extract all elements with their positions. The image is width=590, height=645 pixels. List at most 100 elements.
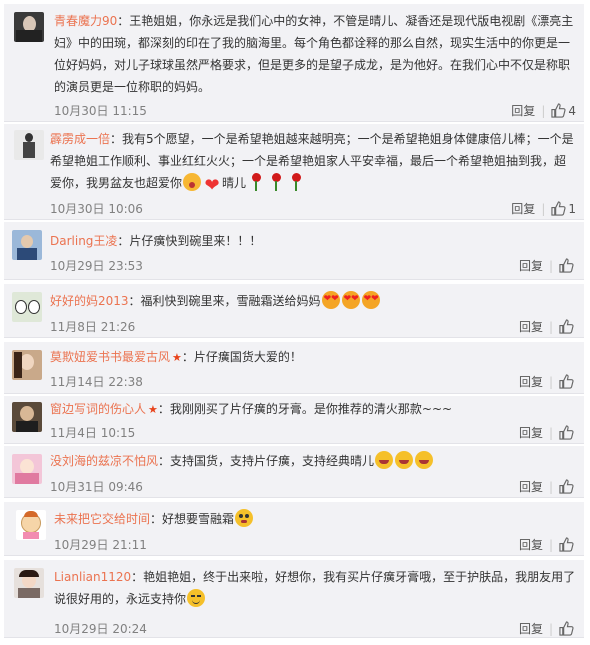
star-badge-icon: ★ (172, 351, 182, 364)
thumbs-up-icon (551, 201, 566, 216)
comment-text: ：我有5个愿望，一个是希望艳姐越来越明亮；一个是希望艳姐身体健康倍儿棒；一个是希… (50, 132, 574, 190)
rose-emoji (287, 173, 305, 191)
comment-time: 11月14日 22:38 (50, 375, 143, 389)
reply-button[interactable]: 回复 (519, 478, 543, 495)
avatar[interactable] (14, 568, 44, 598)
comment-time: 10月29日 21:11 (54, 538, 147, 552)
comment-time: 10月31日 09:46 (50, 480, 143, 494)
comment-item: 窗边写词的伤心人 ★：我刚刚买了片仔癀的牙膏。是你推荐的清火那款~~~ 11月4日… (4, 396, 584, 444)
commenter-name[interactable]: 没刘海的兹凉不怕风 (50, 454, 158, 468)
comment-item: Lianlian1120：艳姐艳姐，终于出来啦，好想你，我有买片仔癀牙膏哦，至于… (4, 560, 584, 638)
like-button[interactable] (559, 425, 576, 440)
comment-actions: 回复 | (519, 536, 576, 553)
like-button[interactable] (559, 374, 576, 389)
reply-button[interactable]: 回复 (511, 200, 535, 217)
comment-meta: 11月8日 21:26 回复 | (50, 318, 576, 336)
heart-eyes-emoji: ❤❤ (321, 291, 340, 309)
commenter-name[interactable]: Lianlian1120 (54, 570, 131, 584)
drooling-face-emoji (235, 509, 254, 527)
action-separator: | (548, 258, 553, 273)
avatar[interactable] (14, 12, 44, 42)
heart-eyes-emoji: ❤❤ (341, 291, 360, 309)
like-count: 1 (568, 201, 576, 216)
like-button[interactable] (559, 621, 576, 636)
avatar[interactable] (12, 402, 42, 432)
laughing-face-emoji (395, 451, 414, 469)
action-separator: | (541, 103, 546, 118)
comment-text-block: 青春魔力90：王艳姐姐，你永远是我们心中的女神，不管是晴儿、凝香还是现代版电视剧… (54, 10, 576, 98)
comment-text: ：好想要雪融霜 (150, 512, 235, 526)
comment-item: 霹雳成一倍：我有5个愿望，一个是希望艳姐越来越明亮；一个是希望艳姐身体健康倍儿棒… (4, 124, 584, 220)
reply-button[interactable]: 回复 (519, 318, 543, 335)
comment-time: 10月29日 20:24 (54, 622, 147, 636)
commenter-name[interactable]: 好好的妈2013 (50, 294, 129, 308)
commenter-name[interactable]: 霹雳成一倍 (50, 132, 110, 146)
reply-button[interactable]: 回复 (519, 536, 543, 553)
like-button[interactable] (559, 479, 576, 494)
reply-button[interactable]: 回复 (519, 424, 543, 441)
like-button[interactable] (559, 319, 576, 334)
comment-actions: 回复 | 4 (511, 102, 576, 119)
comment-item: 未来把它交给时间：好想要雪融霜 10月29日 21:11 回复 | (4, 502, 584, 556)
avatar[interactable] (14, 130, 44, 160)
comment-meta: 10月29日 23:53 回复 | (50, 257, 576, 275)
comment-meta: 10月29日 20:24 回复 | (54, 620, 576, 638)
comment-text-block: 莫欺妞爱书书最爱古风 ★：片仔癀国货大爱的！ (50, 346, 576, 369)
like-button[interactable] (559, 258, 576, 273)
star-badge-icon: ★ (148, 403, 158, 416)
rose-emoji (247, 173, 265, 191)
comment-meta: 11月4日 10:15 回复 | (50, 424, 576, 442)
comment-text-tail: 晴儿 (222, 176, 247, 190)
comment-text-block: Lianlian1120：艳姐艳姐，终于出来啦，好想你，我有买片仔癀牙膏哦，至于… (54, 566, 576, 610)
comment-list: 青春魔力90：王艳姐姐，你永远是我们心中的女神，不管是晴儿、凝香还是现代版电视剧… (0, 0, 590, 645)
comment-text: ：片仔癀国货大爱的！ (181, 350, 302, 364)
like-button[interactable] (559, 537, 576, 552)
comment-meta: 10月31日 09:46 回复 | (50, 478, 576, 496)
commenter-name[interactable]: Darling王凌 (50, 234, 117, 248)
avatar[interactable] (12, 454, 42, 484)
comment-actions: 回复 | (519, 257, 576, 274)
comment-actions: 回复 | (519, 424, 576, 441)
comment-meta: 11月14日 22:38 回复 | (50, 373, 576, 391)
comment-time: 10月30日 11:15 (54, 104, 147, 118)
avatar[interactable] (12, 350, 42, 380)
commenter-name[interactable]: 未来把它交给时间 (54, 512, 150, 526)
commenter-name[interactable]: 窗边写词的伤心人 (50, 402, 146, 416)
laughing-face-emoji (375, 451, 394, 469)
commenter-name[interactable]: 青春魔力90 (54, 14, 117, 28)
thumbs-up-icon (559, 258, 574, 273)
comment-actions: 回复 | (519, 478, 576, 495)
like-button[interactable]: 1 (551, 201, 576, 216)
avatar[interactable] (16, 510, 46, 540)
avatar[interactable] (12, 292, 42, 322)
comment-item: 青春魔力90：王艳姐姐，你永远是我们心中的女神，不管是晴儿、凝香还是现代版电视剧… (4, 4, 584, 122)
thumbs-up-icon (559, 319, 574, 334)
reply-button[interactable]: 回复 (519, 257, 543, 274)
like-count: 4 (568, 103, 576, 118)
thumbs-up-icon (559, 621, 574, 636)
smiling-face-emoji (187, 589, 206, 607)
rose-emoji (267, 173, 285, 191)
comment-time: 10月29日 23:53 (50, 259, 143, 273)
heart-emoji: ❤ (204, 175, 220, 196)
comment-meta: 10月30日 11:15 回复 | 4 (54, 102, 576, 120)
action-separator: | (548, 319, 553, 334)
comment-text: ：福利快到碗里来，雪融霜送给妈妈 (128, 294, 321, 308)
heart-eyes-emoji: ❤❤ (361, 291, 380, 309)
avatar[interactable] (12, 230, 42, 260)
thumbs-up-icon (551, 103, 566, 118)
comment-text: ：我刚刚买了片仔癀的牙膏。是你推荐的清火那款~~~ (157, 402, 453, 416)
commenter-name[interactable]: 莫欺妞爱书书最爱古风 (50, 350, 170, 364)
action-separator: | (548, 425, 553, 440)
reply-button[interactable]: 回复 (519, 373, 543, 390)
comment-time: 11月4日 10:15 (50, 426, 136, 440)
comment-actions: 回复 | (519, 318, 576, 335)
comment-text: ：支持国货，支持片仔癀，支持经典晴儿 (158, 454, 375, 468)
shocked-face-emoji (183, 173, 202, 191)
reply-button[interactable]: 回复 (519, 620, 543, 637)
thumbs-up-icon (559, 374, 574, 389)
like-button[interactable]: 4 (551, 103, 576, 118)
comment-text: ：艳姐艳姐，终于出来啦，好想你，我有买片仔癀牙膏哦，至于护肤品，我朋友用了说很好… (54, 570, 576, 606)
reply-button[interactable]: 回复 (511, 102, 535, 119)
action-separator: | (548, 621, 553, 636)
